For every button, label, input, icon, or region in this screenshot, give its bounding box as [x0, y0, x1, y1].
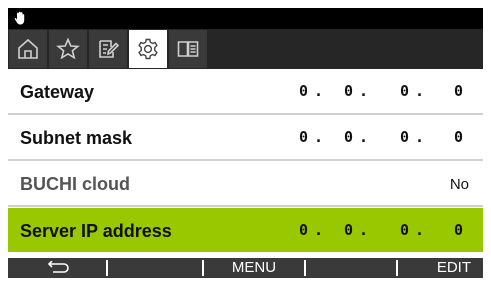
device-screen: Gateway 0 . 0 . 0 . 0 Subnet mask 0 . 0 … [0, 0, 491, 282]
softkey-2[interactable] [108, 258, 202, 278]
tab-edit[interactable] [89, 30, 127, 68]
subnet-mask-label: Subnet mask [20, 128, 133, 148]
back-button[interactable] [8, 258, 106, 278]
home-icon [18, 38, 38, 59]
ip-separator: . [314, 82, 324, 100]
buchi-cloud-label: BUCHI cloud [20, 174, 130, 194]
gear-icon [138, 38, 158, 60]
edit-button[interactable]: EDIT [398, 258, 483, 278]
server-ip-row[interactable]: Server IP address 0 . 0 . 0 . 0 [8, 208, 483, 252]
server-octet-4: 0 [454, 221, 464, 239]
subnet-mask-row[interactable]: Subnet mask 0 . 0 . 0 . 0 [8, 115, 483, 159]
ip-separator: . [415, 221, 425, 239]
gateway-row[interactable]: Gateway 0 . 0 . 0 . 0 [8, 69, 483, 113]
tab-favorites[interactable] [49, 30, 87, 68]
hand-icon [14, 11, 25, 25]
ip-separator: . [415, 82, 425, 100]
tab-bar [8, 29, 483, 69]
softkey-bar: MENU EDIT [8, 258, 483, 278]
subnet-octet-3: 0 [400, 128, 410, 146]
buchi-cloud-value: No [449, 176, 469, 193]
book-icon [177, 41, 199, 57]
server-octet-1: 0 [299, 221, 309, 239]
server-ip-label: Server IP address [20, 221, 172, 241]
server-octet-2: 0 [344, 221, 354, 239]
ip-separator: . [415, 128, 425, 146]
gateway-label: Gateway [20, 82, 95, 102]
gateway-octet-2: 0 [344, 82, 354, 100]
row-divider [8, 205, 483, 207]
tab-settings[interactable] [129, 30, 167, 68]
menu-button[interactable]: MENU [204, 258, 304, 278]
ip-separator: . [359, 221, 369, 239]
subnet-octet-2: 0 [344, 128, 354, 146]
subnet-octet-4: 0 [454, 128, 464, 146]
tab-manual[interactable] [169, 30, 207, 68]
edit-icon [99, 40, 120, 58]
ip-separator: . [314, 221, 324, 239]
back-arrow-icon [47, 261, 69, 273]
ip-separator: . [359, 128, 369, 146]
ip-separator: . [359, 82, 369, 100]
gateway-octet-1: 0 [299, 82, 309, 100]
tab-home[interactable] [9, 30, 47, 68]
server-octet-3: 0 [400, 221, 410, 239]
subnet-octet-1: 0 [299, 128, 309, 146]
ip-separator: . [314, 128, 324, 146]
star-icon [56, 37, 80, 60]
gateway-octet-4: 0 [454, 82, 464, 100]
status-bar [8, 8, 483, 29]
buchi-cloud-row[interactable]: BUCHI cloud No [8, 161, 483, 205]
gateway-octet-3: 0 [400, 82, 410, 100]
softkey-4[interactable] [306, 258, 396, 278]
